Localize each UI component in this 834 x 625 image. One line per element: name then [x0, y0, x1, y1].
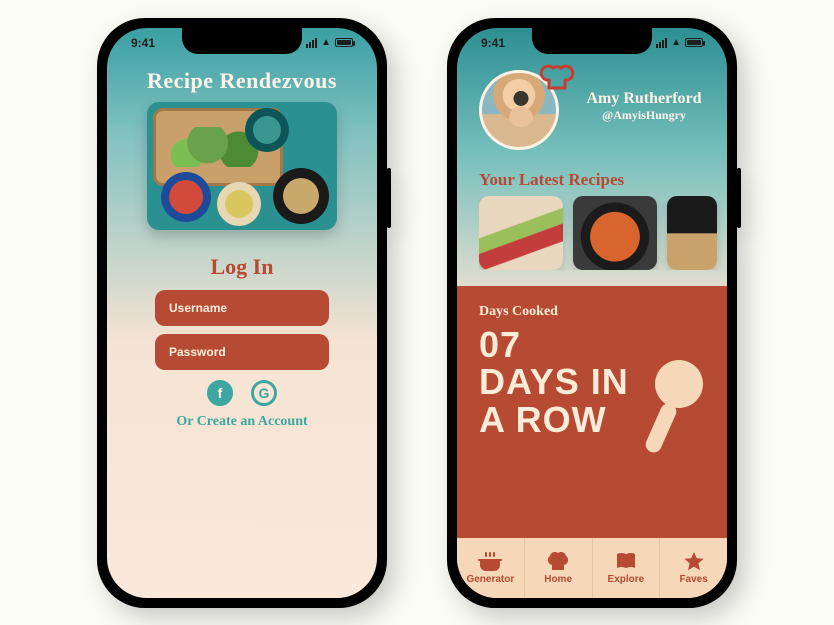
status-time: 9:41 [131, 36, 155, 50]
streak-card: Days Cooked 07 DAYS IN A ROW [457, 286, 727, 538]
signal-icon [656, 38, 667, 48]
status-icons: ▲ [656, 36, 703, 50]
user-block[interactable]: Amy Rutherford @AmyisHungry [577, 90, 711, 123]
app-title: Recipe Rendezvous [107, 68, 377, 94]
wifi-icon: ▲ [671, 37, 681, 48]
phone-login: 9:41 ▲ Recipe Rendezvous Log In Username… [97, 18, 387, 608]
star-icon [682, 550, 706, 572]
spoon-icon [635, 358, 707, 458]
tab-label: Explore [608, 574, 645, 585]
wifi-icon: ▲ [321, 37, 331, 48]
streak-label: Days Cooked [479, 304, 705, 320]
tab-faves[interactable]: Faves [660, 538, 727, 598]
recipe-thumb[interactable] [667, 196, 717, 270]
signal-icon [306, 38, 317, 48]
social-row: f G [107, 380, 377, 406]
password-placeholder: Password [169, 345, 226, 359]
tab-label: Home [544, 574, 572, 585]
recipe-thumbs [479, 196, 727, 270]
username-placeholder: Username [169, 301, 227, 315]
notch [532, 28, 652, 54]
recipe-thumb[interactable] [573, 196, 657, 270]
tab-label: Faves [679, 574, 707, 585]
user-name: Amy Rutherford [577, 90, 711, 108]
home-screen: 9:41 ▲ Amy Rutherford @AmyisHungry Your … [457, 28, 727, 598]
facebook-button[interactable]: f [207, 380, 233, 406]
battery-icon [335, 38, 353, 47]
login-heading: Log In [107, 254, 377, 280]
tab-generator[interactable]: Generator [457, 538, 525, 598]
create-account-link[interactable]: Or Create an Account [107, 414, 377, 430]
tab-home[interactable]: Home [525, 538, 593, 598]
tab-label: Generator [466, 574, 514, 585]
book-icon [614, 550, 638, 572]
chef-hat-icon [537, 58, 577, 92]
tab-explore[interactable]: Explore [593, 538, 661, 598]
password-field[interactable]: Password [155, 334, 329, 370]
latest-recipes-heading: Your Latest Recipes [479, 170, 624, 190]
username-field[interactable]: Username [155, 290, 329, 326]
tab-bar: Generator Home Explore Faves [457, 538, 727, 598]
pot-icon [478, 550, 502, 572]
battery-icon [685, 38, 703, 47]
user-handle: @AmyisHungry [577, 108, 711, 123]
notch [182, 28, 302, 54]
chef-hat-icon [546, 550, 570, 572]
status-icons: ▲ [306, 36, 353, 50]
login-screen: 9:41 ▲ Recipe Rendezvous Log In Username… [107, 28, 377, 598]
status-time: 9:41 [481, 36, 505, 50]
phone-home: 9:41 ▲ Amy Rutherford @AmyisHungry Your … [447, 18, 737, 608]
recipe-thumb[interactable] [479, 196, 563, 270]
hero-image [147, 102, 337, 230]
google-button[interactable]: G [251, 380, 277, 406]
